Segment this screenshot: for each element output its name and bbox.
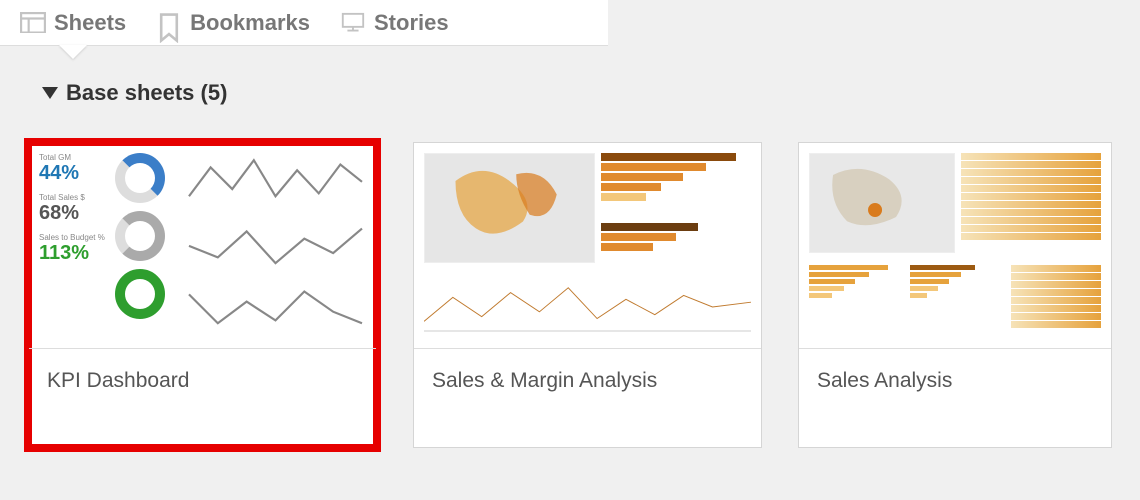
tab-bookmarks[interactable]: Bookmarks (156, 0, 310, 45)
chevron-down-icon (42, 87, 58, 99)
top-tabs: Sheets Bookmarks Stories (0, 0, 608, 46)
tab-sheets[interactable]: Sheets (20, 0, 126, 45)
kpi-metric: Total Sales $ 68% (39, 193, 109, 225)
tab-stories-label: Stories (374, 10, 449, 36)
card-title: Sales Analysis (799, 349, 1111, 447)
kpi-value: 68% (39, 202, 109, 225)
card-kpi-dashboard[interactable]: Total GM 44% Total Sales $ 68% Sales to … (28, 142, 377, 448)
map-icon (809, 153, 955, 253)
section-title: Base sheets (5) (66, 80, 227, 106)
bookmark-icon (156, 12, 182, 34)
bar-chart-icon (910, 265, 1003, 328)
sheets-icon (20, 12, 46, 34)
donut-chart-icon (115, 269, 165, 319)
card-sales-analysis[interactable]: Sales Analysis (798, 142, 1112, 448)
table-icon (961, 153, 1101, 253)
tab-indicator-icon (59, 45, 87, 59)
kpi-label: Total GM (39, 153, 109, 162)
donut-chart-icon (115, 153, 165, 203)
kpi-value: 44% (39, 162, 109, 185)
kpi-value: 113% (39, 242, 109, 265)
card-title: Sales & Margin Analysis (414, 349, 761, 447)
tab-bookmarks-label: Bookmarks (190, 10, 310, 36)
tab-sheets-label: Sheets (54, 10, 126, 36)
kpi-label: Sales to Budget % (39, 233, 109, 242)
card-thumbnail (414, 143, 761, 349)
kpi-metric: Sales to Budget % 113% (39, 233, 109, 265)
cards-container: Total GM 44% Total Sales $ 68% Sales to … (0, 122, 1140, 468)
bar-chart-icon (601, 153, 751, 263)
card-thumbnail: Total GM 44% Total Sales $ 68% Sales to … (29, 143, 376, 349)
kpi-metric: Total GM 44% (39, 153, 109, 185)
section-header[interactable]: Base sheets (5) (0, 46, 1140, 122)
map-icon (424, 153, 595, 263)
tab-stories[interactable]: Stories (340, 0, 449, 45)
card-title: KPI Dashboard (29, 349, 376, 447)
sparkline-group (185, 153, 366, 338)
card-sales-margin-analysis[interactable]: Sales & Margin Analysis (413, 142, 762, 448)
table-icon (1011, 265, 1101, 328)
card-thumbnail (799, 143, 1111, 349)
donut-chart-icon (115, 211, 165, 261)
bar-chart-icon (809, 265, 902, 328)
kpi-label: Total Sales $ (39, 193, 109, 202)
line-chart-icon (424, 277, 751, 338)
stories-icon (340, 12, 366, 34)
